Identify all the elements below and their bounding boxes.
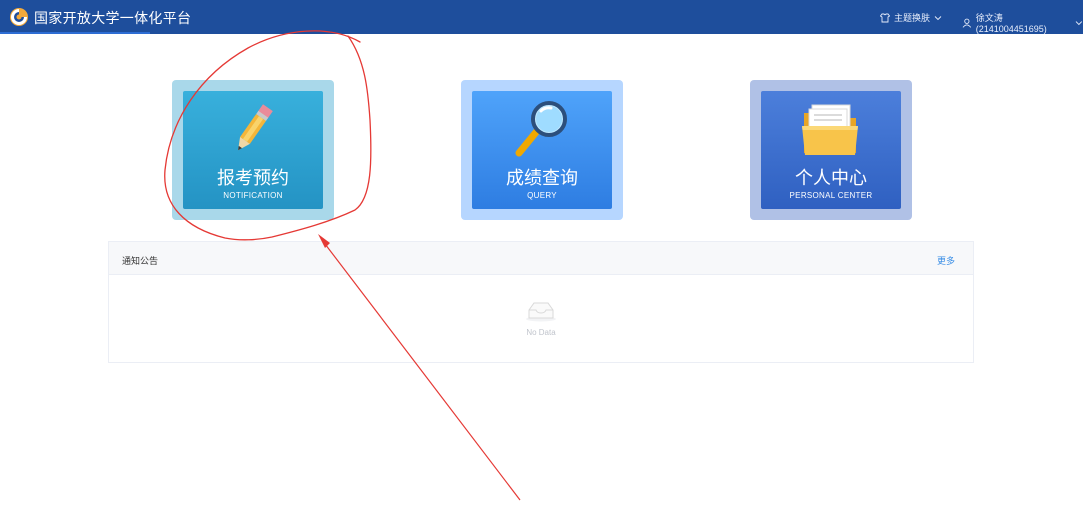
chevron-down-icon — [1075, 20, 1083, 25]
magnifier-icon — [515, 101, 567, 157]
tile-score-query-card[interactable]: 成绩查询 QUERY — [472, 91, 612, 209]
folder-icon — [802, 104, 858, 155]
notice-panel: 通知公告 更多 No Data — [108, 241, 974, 363]
chevron-down-icon — [934, 15, 942, 20]
theme-switch-menu[interactable]: 主题换肤 — [880, 11, 942, 24]
tile-exam-booking[interactable]: 报考预约 NOTIFICATION — [172, 80, 334, 220]
notice-more-link[interactable]: 更多 — [937, 254, 955, 267]
user-menu[interactable]: 徐文涛(2141004451695) — [962, 11, 1083, 34]
pencil-icon — [238, 104, 273, 151]
tile-personal-center-subtitle: PERSONAL CENTER — [789, 191, 873, 200]
tile-personal-center-title: 个人中心 — [795, 168, 867, 188]
tile-score-query-title: 成绩查询 — [506, 168, 578, 188]
top-navbar: 国家开放大学一体化平台 主题换肤 徐文涛(2141004451695) — [0, 0, 1083, 34]
notice-panel-title: 通知公告 — [122, 256, 159, 266]
tile-personal-center-card[interactable]: 个人中心 PERSONAL CENTER — [761, 91, 901, 209]
header-accent-bar — [0, 32, 150, 34]
user-name-label: 徐文涛(2141004451695) — [975, 13, 1047, 34]
tile-score-query[interactable]: 成绩查询 QUERY — [461, 80, 623, 220]
tile-exam-booking-title: 报考预约 — [217, 168, 289, 188]
empty-state-text: No Data — [526, 328, 556, 337]
tile-exam-booking-card[interactable]: 报考预约 NOTIFICATION — [183, 91, 323, 209]
site-title[interactable]: 国家开放大学一体化平台 — [34, 8, 191, 28]
tile-score-query-subtitle: QUERY — [527, 191, 557, 200]
notice-panel-header: 通知公告 更多 — [109, 242, 973, 275]
theme-switch-label: 主题换肤 — [894, 13, 931, 23]
user-icon — [962, 18, 972, 28]
tile-exam-booking-subtitle: NOTIFICATION — [223, 191, 283, 200]
tile-personal-center[interactable]: 个人中心 PERSONAL CENTER — [750, 80, 912, 220]
logo-icon[interactable] — [9, 7, 29, 27]
empty-state — [109, 300, 973, 327]
shirt-icon — [880, 13, 890, 22]
empty-inbox-icon — [526, 302, 556, 322]
